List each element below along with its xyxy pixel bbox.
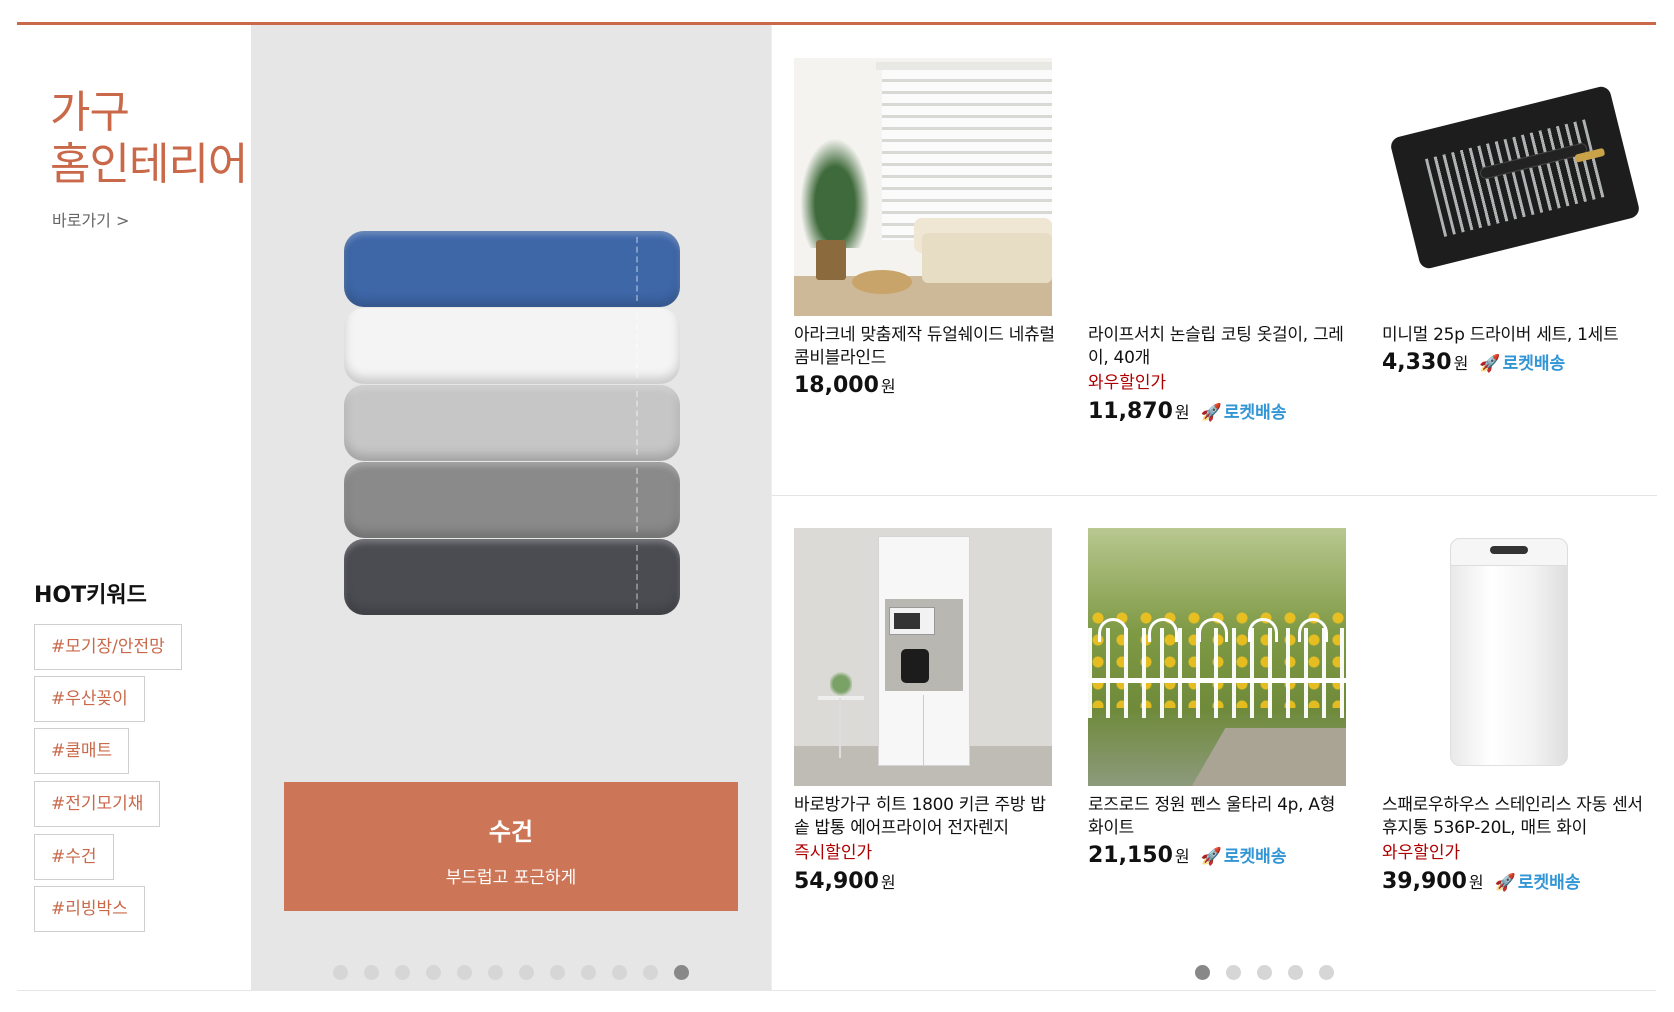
- product-name[interactable]: 라이프서치 논슬립 코팅 옷걸이, 그레이, 40개: [1088, 324, 1353, 370]
- banner-page-dot[interactable]: [364, 965, 379, 980]
- currency-label: 원: [1174, 847, 1190, 866]
- banner-subtitle: 부드럽고 포근하게: [445, 868, 577, 888]
- product-page-dot[interactable]: [1226, 965, 1241, 980]
- product-price: 54,900: [794, 869, 879, 894]
- product-page-dot[interactable]: [1288, 965, 1303, 980]
- category-title-line2: 홈인테리어: [50, 139, 248, 190]
- product-card[interactable]: 미니멀 25p 드라이버 세트, 1세트 4,330 원 🚀 로켓배송: [1382, 58, 1647, 380]
- price-line: 21,150 원 🚀 로켓배송: [1088, 840, 1353, 873]
- price-line: 54,900 원: [794, 866, 1059, 899]
- rocket-delivery-label: 로켓배송: [1223, 847, 1287, 867]
- product-name[interactable]: 미니멀 25p 드라이버 세트, 1세트: [1382, 324, 1647, 347]
- hot-keyword-tag[interactable]: #리빙박스: [34, 886, 145, 932]
- rocket-icon: 🚀: [1200, 403, 1222, 423]
- towel-gray: [344, 462, 680, 538]
- towel-stack-image: [344, 231, 680, 616]
- product-name[interactable]: 바로방가구 히트 1800 키큰 주방 밥솥 밥통 에어프라이어 전자렌지: [794, 794, 1059, 840]
- banner-page-dot[interactable]: [581, 965, 596, 980]
- rocket-delivery-label: 로켓배송: [1517, 873, 1581, 893]
- product-card[interactable]: 바로방가구 히트 1800 키큰 주방 밥솥 밥통 에어프라이어 전자렌지 즉시…: [794, 528, 1059, 899]
- product-page-dot[interactable]: [1195, 965, 1210, 980]
- banner-title: 수건: [488, 818, 534, 846]
- banner-page-dot[interactable]: [488, 965, 503, 980]
- currency-label: 원: [1174, 403, 1190, 422]
- product-card[interactable]: 스패로우하우스 스테인리스 자동 센서 휴지통 536P-20L, 매트 화이 …: [1382, 528, 1647, 899]
- product-price: 21,150: [1088, 843, 1173, 868]
- product-price: 4,330: [1382, 350, 1452, 375]
- product-price: 39,900: [1382, 869, 1467, 894]
- hot-keyword-tag[interactable]: #모기장/안전망: [34, 624, 182, 670]
- category-title[interactable]: 가구 홈인테리어: [50, 87, 248, 191]
- category-column: 가구 홈인테리어 바로가기 > HOT키워드 #모기장/안전망 #우산꽂이 #쿨…: [17, 25, 250, 990]
- discount-label: 와우할인가: [1088, 373, 1167, 393]
- product-price: 11,870: [1088, 399, 1173, 424]
- promo-banner[interactable]: 수건 부드럽고 포근하게: [251, 25, 771, 990]
- product-price: 18,000: [794, 373, 879, 398]
- product-name[interactable]: 아라크네 맞춤제작 듀얼쉐이드 네츄럴 콤비블라인드: [794, 324, 1059, 370]
- banner-page-dot[interactable]: [643, 965, 658, 980]
- towel-light-gray: [344, 385, 680, 461]
- banner-page-dot[interactable]: [612, 965, 627, 980]
- towel-charcoal: [344, 539, 680, 615]
- price-line: 4,330 원 🚀 로켓배송: [1382, 347, 1647, 380]
- towel-white: [344, 308, 680, 384]
- product-page-dot[interactable]: [1257, 965, 1272, 980]
- product-page-dot[interactable]: [1319, 965, 1334, 980]
- price-line: 11,870 원 🚀 로켓배송: [1088, 396, 1353, 429]
- product-image-hangers[interactable]: [1088, 58, 1346, 316]
- rocket-icon: 🚀: [1479, 354, 1501, 374]
- product-image-garden-fence[interactable]: [1088, 528, 1346, 786]
- rocket-delivery-label: 로켓배송: [1502, 354, 1566, 374]
- banner-page-dot[interactable]: [519, 965, 534, 980]
- banner-pagination: [251, 965, 771, 980]
- banner-caption-box[interactable]: 수건 부드럽고 포근하게: [284, 782, 738, 911]
- hot-keyword-tag[interactable]: #쿨매트: [34, 728, 130, 774]
- category-title-line1: 가구: [50, 87, 130, 138]
- towel-blue: [344, 231, 680, 307]
- hot-keyword-tag[interactable]: #전기모기채: [34, 781, 161, 827]
- discount-label: 와우할인가: [1382, 843, 1461, 863]
- category-shortcut-link[interactable]: 바로가기 >: [52, 207, 129, 231]
- banner-page-dot[interactable]: [674, 965, 689, 980]
- product-pagination: [772, 965, 1657, 980]
- currency-label: 원: [1453, 354, 1469, 373]
- rocket-delivery-badge: 🚀 로켓배송: [1201, 403, 1287, 423]
- rocket-icon: 🚀: [1494, 873, 1516, 893]
- section-bottom-rule: [17, 990, 1656, 991]
- discount-label: 즉시할인가: [794, 843, 873, 863]
- product-image-blinds[interactable]: [794, 58, 1052, 316]
- hot-keyword-tag[interactable]: #수건: [34, 834, 114, 880]
- price-line: 18,000 원: [794, 370, 1059, 403]
- product-card[interactable]: 로즈로드 정원 펜스 울타리 4p, A형 화이트 21,150 원 🚀 로켓배송: [1088, 528, 1353, 873]
- currency-label: 원: [880, 873, 896, 892]
- rocket-delivery-badge: 🚀 로켓배송: [1479, 354, 1565, 374]
- rocket-delivery-label: 로켓배송: [1223, 403, 1287, 423]
- rocket-delivery-badge: 🚀 로켓배송: [1495, 873, 1581, 893]
- product-image-kitchen-cabinet[interactable]: [794, 528, 1052, 786]
- rocket-delivery-badge: 🚀 로켓배송: [1201, 847, 1287, 867]
- banner-page-dot[interactable]: [550, 965, 565, 980]
- hot-keywords-title: HOT키워드: [34, 583, 147, 608]
- banner-page-dot[interactable]: [426, 965, 441, 980]
- product-image-screwdriver-set[interactable]: [1382, 58, 1640, 316]
- product-name[interactable]: 로즈로드 정원 펜스 울타리 4p, A형 화이트: [1088, 794, 1353, 840]
- price-line: 39,900 원 🚀 로켓배송: [1382, 866, 1647, 899]
- hot-keyword-tag[interactable]: #우산꽂이: [34, 676, 145, 722]
- banner-page-dot[interactable]: [457, 965, 472, 980]
- product-card[interactable]: 아라크네 맞춤제작 듀얼쉐이드 네츄럴 콤비블라인드 18,000 원: [794, 58, 1059, 403]
- rocket-icon: 🚀: [1200, 847, 1222, 867]
- row-divider: [772, 495, 1657, 496]
- product-grid: 아라크네 맞춤제작 듀얼쉐이드 네츄럴 콤비블라인드 18,000 원 라이프서…: [771, 25, 1657, 990]
- product-name[interactable]: 스패로우하우스 스테인리스 자동 센서 휴지통 536P-20L, 매트 화이: [1382, 794, 1647, 840]
- currency-label: 원: [880, 377, 896, 396]
- currency-label: 원: [1468, 873, 1484, 892]
- furniture-home-interior-section: 가구 홈인테리어 바로가기 > HOT키워드 #모기장/안전망 #우산꽂이 #쿨…: [17, 22, 1657, 992]
- product-card[interactable]: 라이프서치 논슬립 코팅 옷걸이, 그레이, 40개 와우할인가 11,870 원…: [1088, 58, 1353, 429]
- banner-page-dot[interactable]: [395, 965, 410, 980]
- banner-page-dot[interactable]: [333, 965, 348, 980]
- product-image-sensor-trash-can[interactable]: [1382, 528, 1640, 786]
